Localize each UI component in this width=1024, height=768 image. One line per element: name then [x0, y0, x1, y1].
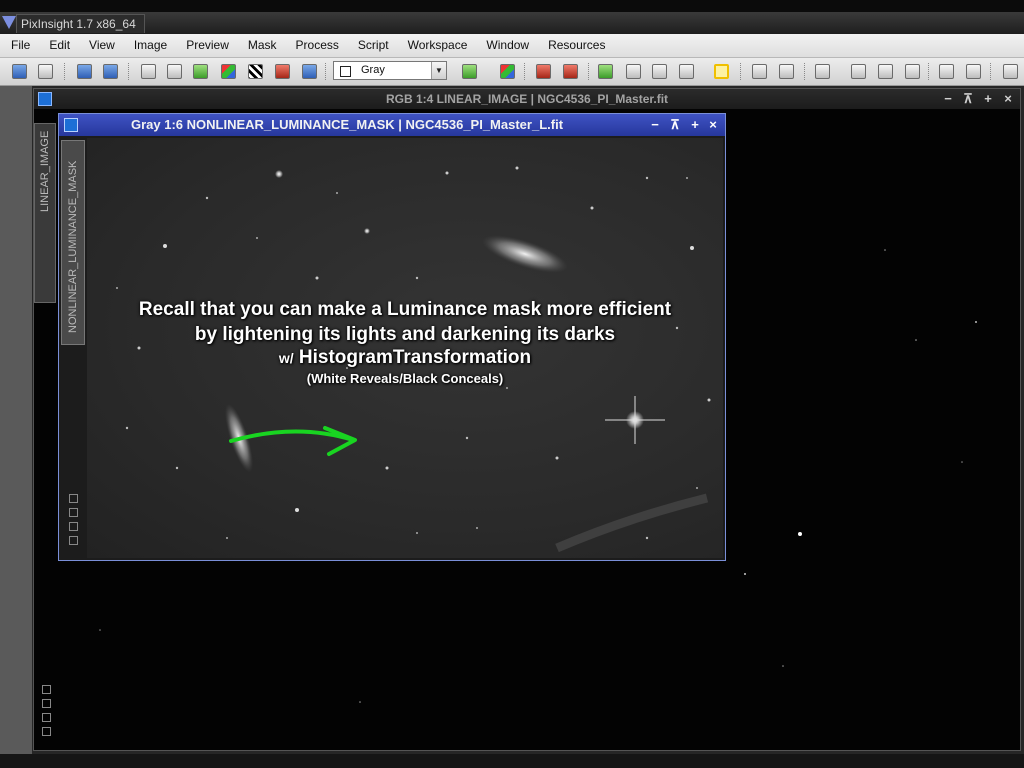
- mask-window-title: Gray 1:6 NONLINEAR_LUMINANCE_MASK | NGC4…: [131, 117, 564, 132]
- overlay-text-line2: by lightening its lights and darkening i…: [194, 324, 616, 345]
- shade-button[interactable]: ⊼: [667, 114, 683, 136]
- star: [163, 244, 167, 248]
- close-button[interactable]: ×: [705, 114, 721, 136]
- star: [226, 537, 228, 539]
- star: [696, 487, 698, 489]
- star: [645, 176, 649, 180]
- star: [515, 166, 519, 170]
- star: [506, 387, 508, 389]
- star: [465, 436, 469, 440]
- star: [99, 629, 101, 631]
- star: [975, 321, 977, 323]
- star: [125, 426, 129, 430]
- star: [175, 466, 179, 470]
- star: [590, 206, 594, 210]
- overlay-process-name: HistogramTransformation: [298, 347, 532, 368]
- view-tool-icon[interactable]: [69, 522, 78, 531]
- star: [645, 536, 649, 540]
- star: [445, 171, 449, 175]
- star: [555, 456, 559, 460]
- view-tool-icon[interactable]: [69, 508, 78, 517]
- mask-window-title-bar[interactable]: Gray 1:6 NONLINEAR_LUMINANCE_MASK | NGC4…: [59, 114, 725, 136]
- star: [364, 228, 370, 234]
- star: [275, 170, 283, 178]
- star: [961, 461, 963, 463]
- overlay-with-prefix: w/: [278, 350, 294, 366]
- spiral-galaxy: [482, 235, 568, 273]
- luminance-mask-window[interactable]: Gray 1:6 NONLINEAR_LUMINANCE_MASK | NGC4…: [58, 113, 726, 561]
- status-bar: [0, 754, 1024, 768]
- star: [744, 573, 746, 575]
- star: [690, 246, 694, 250]
- overlay-text-line1: Recall that you can make a Luminance mas…: [138, 299, 672, 320]
- star: [295, 508, 299, 512]
- annotation-arrowhead: [323, 426, 357, 456]
- star: [707, 398, 711, 402]
- tab-nonlinear-luminance-mask[interactable]: NONLINEAR_LUMINANCE_MASK: [61, 140, 85, 345]
- star: [686, 177, 688, 179]
- view-tool-icon[interactable]: [69, 494, 78, 503]
- star: [359, 701, 361, 703]
- image-window-icon: [64, 118, 78, 132]
- star: [415, 276, 419, 280]
- minimize-button[interactable]: −: [647, 114, 663, 136]
- star: [116, 287, 118, 289]
- mask-view-tools: [69, 494, 81, 550]
- overlay-text-line3: w/ HistogramTransformation: [87, 347, 723, 369]
- star: [476, 527, 478, 529]
- star: [315, 276, 319, 280]
- star: [416, 532, 418, 534]
- tab-nonlinear-luminance-mask-label: NONLINEAR_LUMINANCE_MASK: [67, 160, 79, 333]
- view-tool-icon[interactable]: [69, 536, 78, 545]
- maximize-button[interactable]: +: [687, 114, 703, 136]
- star: [915, 339, 917, 341]
- star: [884, 249, 886, 251]
- star: [385, 466, 389, 470]
- star: [782, 665, 784, 667]
- star: [256, 237, 258, 239]
- overlay-text-line4: (White Reveals/Black Conceals): [306, 371, 504, 386]
- star: [336, 192, 338, 194]
- faint-nebula-arc: [555, 493, 709, 553]
- star: [798, 532, 802, 536]
- star: [205, 196, 209, 200]
